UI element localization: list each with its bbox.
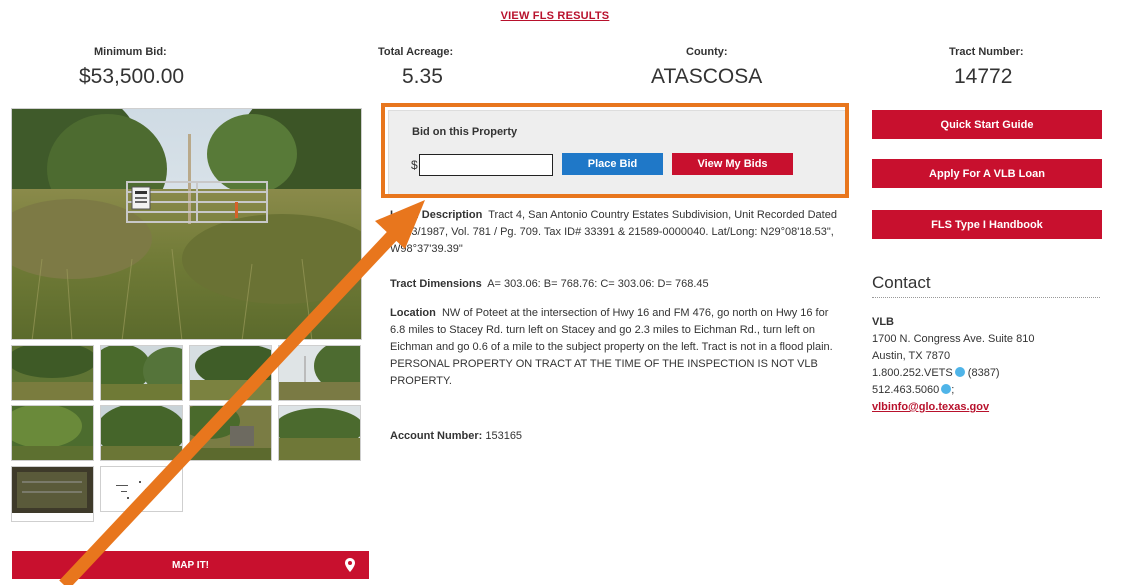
thumbnail-image (190, 346, 271, 400)
phone-icon[interactable] (954, 367, 965, 377)
thumbnail-image (279, 406, 360, 460)
contact-address-line1: 1700 N. Congress Ave. Suite 810 (872, 333, 1035, 345)
thumbnail-image (12, 346, 93, 400)
view-fls-results-link[interactable]: VIEW FLS RESULTS (0, 10, 1110, 22)
apply-vlb-loan-button[interactable]: Apply For A VLB Loan (872, 159, 1102, 188)
map-it-label: MAP IT! (171, 559, 210, 571)
photo-thumbnail[interactable] (278, 345, 361, 401)
thumbnail-image (279, 346, 360, 400)
account-number-value: 153165 (485, 430, 523, 442)
phone2-suffix: ; (951, 384, 955, 396)
photo-thumbnail[interactable] (100, 466, 183, 512)
photo-thumbnail[interactable] (100, 405, 183, 461)
tract-dimensions: Tract Dimensions A= 303.06: B= 768.76: C… (390, 276, 840, 293)
contact-phone1: 1.800.252.VETS (8387) (872, 365, 1034, 382)
photo-thumbnail[interactable] (189, 405, 272, 461)
photo-thumbnail[interactable] (278, 405, 361, 461)
contact-divider (872, 297, 1100, 298)
minimum-bid-label: Minimum Bid: (94, 46, 167, 58)
map-it-button[interactable]: MAP IT! (12, 551, 369, 579)
tract-dimensions-text: A= 303.06: B= 768.76: C= 303.06: D= 768.… (487, 278, 709, 290)
photo-thumbnail[interactable] (189, 345, 272, 401)
location-text: NW of Poteet at the intersection of Hwy … (390, 307, 833, 387)
property-photo-image (12, 109, 361, 339)
fls-handbook-button[interactable]: FLS Type I Handbook (872, 210, 1102, 239)
legal-description: Legal Description Tract 4, San Antonio C… (390, 207, 840, 258)
contact-email-link[interactable]: vlbinfo@glo.texas.gov (872, 399, 1034, 416)
highlight-rectangle (381, 103, 849, 198)
photo-thumbnail[interactable] (11, 345, 94, 401)
photo-thumbnail[interactable] (11, 466, 94, 522)
phone1-extension: (8387) (967, 367, 1000, 379)
thumbnail-image (190, 406, 271, 460)
contact-address-line2: Austin, TX 7870 (872, 350, 951, 362)
account-number: Account Number: 153165 (390, 428, 522, 445)
total-acreage-label: Total Acreage: (378, 46, 454, 58)
contact-heading: Contact (872, 273, 931, 292)
map-marker-icon (345, 558, 355, 572)
legal-description-label: Legal Description (390, 209, 483, 221)
county-label: County: (686, 46, 728, 58)
location-description: Location NW of Poteet at the intersectio… (390, 305, 840, 390)
photo-thumbnail[interactable] (100, 345, 183, 401)
thumbnail-image (101, 406, 182, 460)
contact-details: VLB 1700 N. Congress Ave. Suite 810 Aust… (872, 314, 1034, 416)
photo-thumbnail[interactable] (11, 405, 94, 461)
location-label: Location (390, 307, 436, 319)
account-number-label: Account Number: (390, 430, 483, 442)
thumbnail-image (101, 346, 182, 400)
tract-number-value: 14772 (954, 65, 1013, 88)
phone2-number: 512.463.5060 (872, 384, 940, 396)
minimum-bid-value: $53,500.00 (79, 65, 185, 88)
tract-dimensions-label: Tract Dimensions (390, 278, 482, 290)
county-value: ATASCOSA (651, 65, 763, 88)
thumbnail-image (12, 406, 93, 460)
thumbnail-image (101, 467, 182, 511)
tract-number-label: Tract Number: (949, 46, 1024, 58)
contact-phone2: 512.463.5060; (872, 382, 1034, 399)
phone-icon[interactable] (941, 384, 952, 394)
thumbnail-image (12, 467, 93, 513)
main-property-photo[interactable] (11, 108, 362, 340)
contact-org: VLB (872, 316, 894, 328)
total-acreage-value: 5.35 (402, 65, 443, 88)
quick-start-guide-button[interactable]: Quick Start Guide (872, 110, 1102, 139)
phone1-number: 1.800.252.VETS (872, 367, 953, 379)
